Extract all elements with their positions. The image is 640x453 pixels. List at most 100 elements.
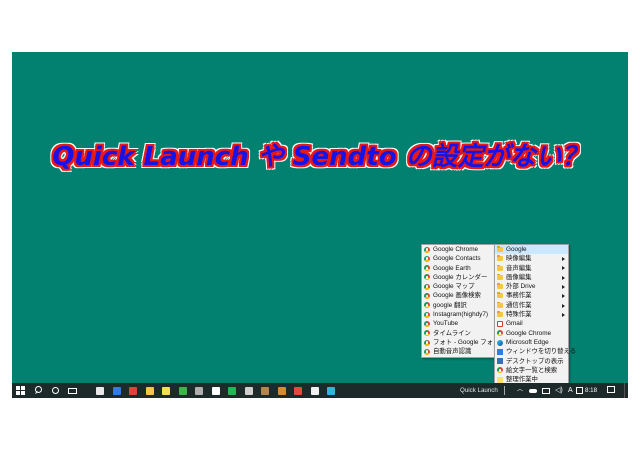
left-menu-item-label: google 翻訳 — [433, 301, 467, 309]
folder-icon — [497, 292, 503, 299]
right-menu-item[interactable]: 絵文字一覧と検索 — [495, 366, 568, 375]
pinned-app-icon[interactable] — [228, 386, 236, 395]
notification-center-icon[interactable] — [607, 386, 615, 393]
folder-icon — [497, 246, 503, 252]
right-menu-item[interactable]: 外部 Drive — [495, 282, 568, 291]
right-menu-item-label: 映像編集 — [506, 255, 532, 263]
left-menu-item[interactable]: Google マップ — [422, 282, 494, 291]
show-desktop-button[interactable] — [624, 383, 628, 398]
show-desktop-icon — [497, 358, 503, 365]
left-menu-item[interactable]: Google Contacts — [422, 254, 494, 263]
right-menu-item[interactable]: デスクトップの表示 — [495, 357, 568, 366]
left-menu-item[interactable]: Google カレンダー — [422, 273, 494, 282]
left-menu-item-label: Google Earth — [433, 264, 471, 272]
battery-icon[interactable] — [542, 388, 550, 394]
right-menu-item-label: Google Chrome — [506, 329, 552, 337]
folder-icon — [497, 255, 503, 262]
chrome-icon — [424, 311, 430, 318]
pinned-app-icon[interactable] — [96, 386, 104, 395]
left-menu-item[interactable]: タイムライン — [422, 329, 494, 338]
right-menu-item[interactable]: 特殊作業 — [495, 310, 568, 319]
right-menu-item[interactable]: ウィンドウを切り替える — [495, 347, 576, 356]
left-menu-item[interactable]: フォト - Google フォト — [422, 338, 499, 347]
toolbar-chevron-icon[interactable] — [504, 386, 510, 395]
right-menu-item[interactable]: Microsoft Edge — [495, 338, 568, 347]
left-menu-item[interactable]: 自動音声認識 — [422, 347, 494, 356]
chrome-icon — [424, 302, 430, 309]
task-view-icon[interactable] — [68, 386, 77, 395]
left-menu-item-label: Google 画像検索 — [433, 292, 481, 300]
right-menu-item-label: 通信作業 — [506, 301, 532, 309]
left-menu-item-label: YouTube — [433, 320, 459, 328]
left-menu-item-label: Google カレンダー — [433, 273, 488, 281]
chrome-icon — [424, 330, 430, 337]
pinned-app-icon[interactable] — [145, 386, 154, 395]
chrome-icon — [424, 255, 430, 262]
volume-icon[interactable]: ◁) — [555, 386, 563, 395]
pinned-app-icon[interactable] — [261, 386, 269, 395]
gmail-icon — [497, 320, 503, 327]
submenu-arrow-icon — [562, 294, 565, 299]
right-menu-item-label: Microsoft Edge — [506, 338, 549, 346]
left-menu-item-label: Google Contacts — [433, 255, 481, 263]
right-menu-item[interactable]: Google Chrome — [495, 329, 568, 338]
pinned-app-icon[interactable] — [112, 386, 121, 395]
right-menu-item-label: 特殊作業 — [506, 311, 532, 319]
submenu-arrow-icon — [562, 275, 565, 280]
chrome-icon — [497, 330, 503, 337]
ime-mode-icon[interactable] — [576, 387, 583, 394]
pinned-app-icon[interactable] — [327, 386, 335, 395]
pinned-app-icon[interactable] — [129, 386, 137, 395]
tray-chevron-up-icon[interactable]: ︿ — [517, 386, 523, 395]
pinned-app-icon[interactable] — [211, 386, 220, 395]
chrome-icon — [424, 283, 430, 290]
clock[interactable]: 8:18 — [585, 387, 597, 394]
submenu-arrow-icon — [562, 284, 565, 289]
windows-start-icon[interactable] — [16, 386, 25, 395]
pinned-app-icon[interactable] — [277, 386, 286, 395]
chrome-icon — [424, 348, 430, 355]
ime-indicator[interactable]: A — [568, 386, 573, 395]
folder-icon — [497, 301, 503, 308]
cortana-icon[interactable] — [51, 386, 60, 395]
right-menu-item[interactable]: 事務作業 — [495, 291, 568, 300]
right-menu-item[interactable]: 画像編集 — [495, 273, 568, 282]
pinned-app-icon[interactable] — [195, 386, 203, 395]
right-menu-item[interactable]: 通信作業 — [495, 301, 568, 310]
right-menu-item[interactable]: Google — [495, 245, 568, 255]
right-menu-item[interactable]: Gmail — [495, 319, 568, 328]
left-menu-item[interactable]: YouTube — [422, 319, 494, 328]
right-menu-item-label: Gmail — [506, 320, 523, 328]
pinned-app-icon[interactable] — [244, 386, 253, 395]
submenu-arrow-icon — [562, 303, 565, 308]
chrome-icon — [424, 339, 430, 346]
search-icon[interactable] — [34, 386, 43, 395]
quick-launch-submenu: Google Chrome Google Contacts Google Earth… — [421, 244, 499, 358]
taskbar: Quick Launch ︿ ◁) A 8:18 — [12, 383, 628, 398]
pinned-app-icon[interactable] — [310, 386, 319, 395]
right-menu-item[interactable]: 映像編集 — [495, 254, 568, 263]
right-menu-item[interactable]: 音声編集 — [495, 264, 568, 273]
left-menu-item-label: Google マップ — [433, 283, 475, 291]
page-title: Quick Launch や Sendto の設定がない？ — [52, 142, 588, 172]
left-menu-item[interactable]: Google 画像検索 — [422, 291, 494, 300]
left-menu-item-label: 自動音声認識 — [433, 348, 472, 356]
left-menu-item[interactable]: Instagram(highdy7) — [422, 310, 494, 319]
right-menu-item-label: 音声編集 — [506, 264, 532, 272]
chrome-icon — [424, 265, 430, 272]
onedrive-icon[interactable] — [529, 389, 537, 393]
left-menu-item[interactable]: Google Earth — [422, 264, 494, 273]
right-menu-item-label: Google — [506, 246, 527, 253]
right-menu-item-label: ウィンドウを切り替える — [506, 348, 577, 356]
pinned-app-icon[interactable] — [178, 386, 187, 395]
left-menu-item[interactable]: Google Chrome — [422, 245, 494, 254]
pinned-app-icon[interactable] — [294, 386, 302, 395]
submenu-arrow-icon — [562, 312, 565, 317]
left-menu-item[interactable]: google 翻訳 — [422, 301, 494, 310]
quick-launch-menu: Google 映像編集 音声編集 画像編集 外部 Drive 事務作業 通信作業特殊作業 Gm… — [494, 244, 576, 388]
folder-icon — [497, 273, 503, 280]
right-menu-item-label: 画像編集 — [506, 273, 532, 281]
quick-launch-toolbar-label[interactable]: Quick Launch — [460, 387, 498, 394]
chrome-icon — [424, 246, 430, 253]
pinned-app-icon[interactable] — [162, 386, 170, 395]
